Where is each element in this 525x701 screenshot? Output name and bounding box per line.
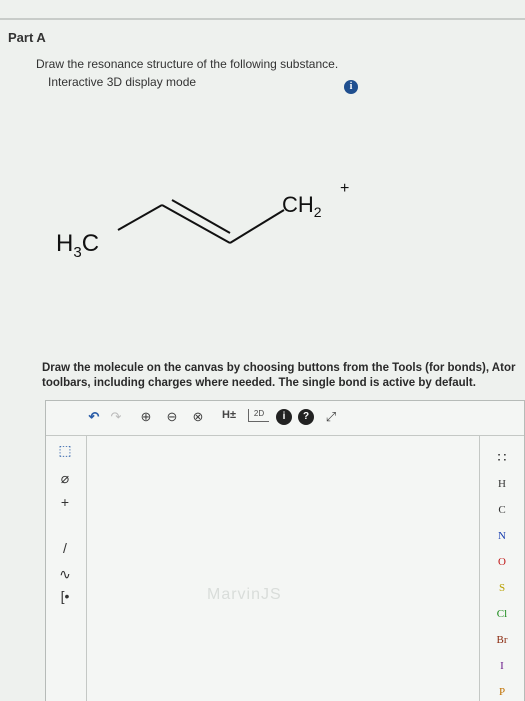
bond-double-a <box>161 204 231 244</box>
top-rule <box>0 18 525 20</box>
periodic-table-icon[interactable]: ∷ <box>480 450 524 467</box>
editor-toolbar: ↶ ↷ ⊕ ⊖ ⊗ H± 2D i ? ⤢ <box>46 401 524 436</box>
zoom-in-icon[interactable]: ⊕ <box>138 409 154 427</box>
instructions-line2: toolbars, including charges where needed… <box>42 377 476 389</box>
bond-tool-icon[interactable]: / <box>54 540 76 562</box>
watermark: MarvinJS <box>207 586 282 603</box>
positive-charge: + <box>340 180 350 197</box>
element-button-p[interactable]: P <box>480 686 524 698</box>
left-toolbar: ⬚ ⌀ + / ∿ [• <box>46 436 87 701</box>
display-mode-label: Interactive 3D display mode <box>48 75 197 89</box>
element-button-h[interactable]: H <box>480 478 524 490</box>
instructions-line1: Draw the molecule on the canvas by choos… <box>42 362 516 374</box>
expand-icon[interactable]: ⤢ <box>322 409 340 427</box>
redo-icon[interactable]: ↷ <box>108 409 124 427</box>
bond-double-b <box>171 199 231 234</box>
element-button-c[interactable]: C <box>480 504 524 516</box>
drawing-canvas[interactable]: MarvinJS <box>87 436 479 701</box>
bond-single-right <box>229 209 285 244</box>
part-title: Part A <box>8 30 46 45</box>
template-tool-icon[interactable]: [• <box>54 588 76 610</box>
element-button-s[interactable]: S <box>480 582 524 594</box>
zoom-out-icon[interactable]: ⊖ <box>164 409 180 427</box>
element-button-i[interactable]: I <box>480 660 524 672</box>
charge-tool-icon[interactable]: + <box>54 494 76 516</box>
hydrogen-toggle-icon[interactable]: H± <box>216 409 242 427</box>
undo-icon[interactable]: ↶ <box>86 409 102 427</box>
info-icon-toolbar[interactable]: i <box>276 409 292 425</box>
erase-tool-icon[interactable]: ⌀ <box>54 470 76 492</box>
question-text: Draw the resonance structure of the foll… <box>36 57 339 71</box>
element-button-o[interactable]: O <box>480 556 524 568</box>
chain-tool-icon[interactable]: ∿ <box>54 566 76 588</box>
info-icon[interactable]: i <box>344 80 358 94</box>
element-button-cl[interactable]: Cl <box>480 608 524 620</box>
select-tool-icon[interactable]: ⬚ <box>54 442 76 464</box>
bond-single-left <box>117 204 163 231</box>
clear-icon[interactable]: ⊗ <box>190 409 206 427</box>
element-button-n[interactable]: N <box>480 530 524 542</box>
element-button-br[interactable]: Br <box>480 634 524 646</box>
ch2-cation-label: CH2 + <box>282 180 350 220</box>
clean-2d-icon[interactable]: 2D <box>248 409 269 422</box>
h3c-label: H3C <box>56 230 100 261</box>
molecule-editor: ↶ ↷ ⊕ ⊖ ⊗ H± 2D i ? ⤢ ⬚ ⌀ + / ∿ [• Marvi… <box>45 400 525 701</box>
atom-toolbar: ∷ H C N O S Cl Br I P <box>479 436 524 701</box>
help-icon[interactable]: ? <box>298 409 314 425</box>
